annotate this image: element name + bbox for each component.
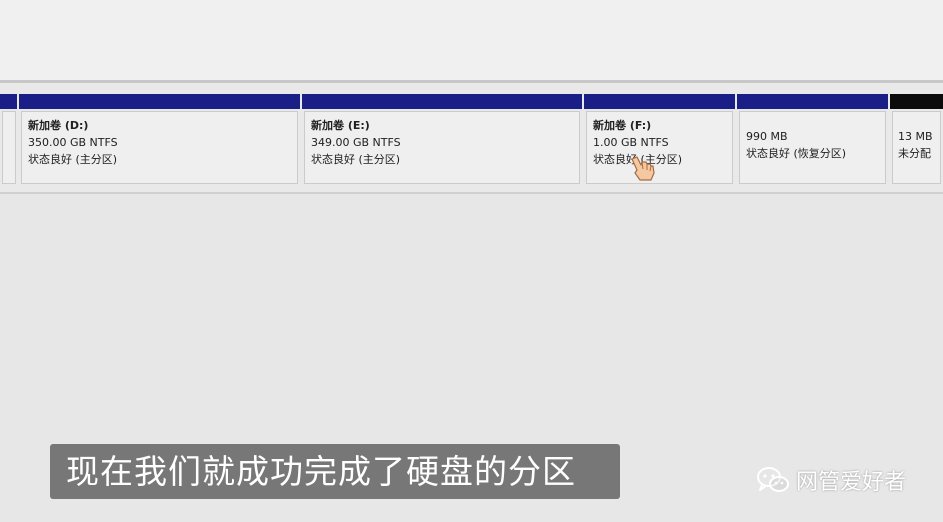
hand-pointer-cursor-icon [631, 156, 655, 181]
partition-name: 新加卷 (E:) [311, 119, 370, 132]
partition-size: 13 MB [898, 130, 933, 143]
partition-size: 349.00 GB NTFS [311, 136, 401, 149]
partition-status: 状态良好 (主分区) [593, 153, 683, 166]
watermark-text: 网管爱好者 [796, 470, 907, 495]
partition-bar [302, 94, 582, 109]
partition-recovery[interactable]: 990 MB 状态良好 (恢复分区) [737, 94, 888, 188]
partition-body: 新加卷 (E:) 349.00 GB NTFS 状态良好 (主分区) [304, 111, 580, 184]
watermark: 网管爱好者 [756, 462, 906, 498]
partition-d[interactable]: 新加卷 (D:) 350.00 GB NTFS 状态良好 (主分区) [19, 94, 300, 188]
partition-bar [737, 94, 888, 109]
partition-unallocated[interactable]: 13 MB 未分配 [890, 94, 943, 188]
partition-body: 990 MB 状态良好 (恢复分区) [739, 111, 886, 184]
partition-bar [19, 94, 300, 109]
partition-size: 990 MB [746, 130, 788, 143]
partition-f[interactable]: 新加卷 (F:) 1.00 GB NTFS 状态良好 (主分区) [584, 94, 735, 188]
partition-bar [890, 94, 943, 109]
video-subtitle: 现在我们就成功完成了硬盘的分区 [50, 444, 620, 499]
partition-size: 1.00 GB NTFS [593, 136, 669, 149]
partition-body: 新加卷 (D:) 350.00 GB NTFS 状态良好 (主分区) [21, 111, 298, 184]
partition-left-cut[interactable] [0, 94, 17, 188]
partition-bar [0, 94, 17, 109]
disk-list-area [0, 0, 943, 80]
partition-name: 新加卷 (D:) [28, 119, 89, 132]
partition-size: 350.00 GB NTFS [28, 136, 118, 149]
partition-status: 状态良好 (主分区) [28, 153, 118, 166]
partition-status: 未分配 [898, 147, 931, 160]
disk-partition-strip: 新加卷 (D:) 350.00 GB NTFS 状态良好 (主分区) 新加卷 (… [0, 83, 943, 194]
partition-name: 新加卷 (F:) [593, 119, 652, 132]
partition-status: 状态良好 (恢复分区) [746, 147, 847, 160]
wechat-icon [757, 467, 789, 492]
partition-status: 状态良好 (主分区) [311, 153, 401, 166]
partition-body [2, 111, 16, 184]
partition-body: 新加卷 (F:) 1.00 GB NTFS 状态良好 (主分区) [586, 111, 733, 184]
partition-body: 13 MB 未分配 [892, 111, 941, 184]
partition-e[interactable]: 新加卷 (E:) 349.00 GB NTFS 状态良好 (主分区) [302, 94, 582, 188]
partition-bar [584, 94, 735, 109]
